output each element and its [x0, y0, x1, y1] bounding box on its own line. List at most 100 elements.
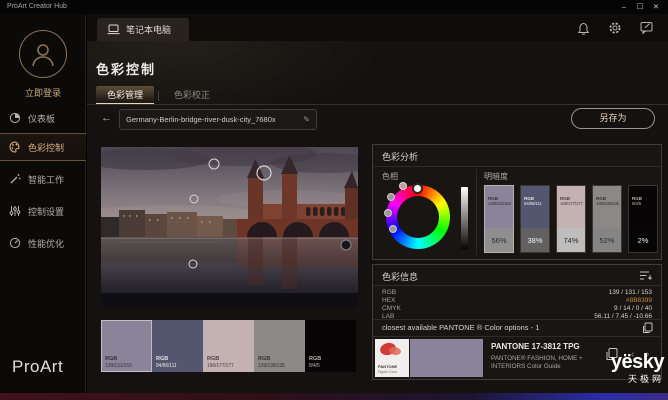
- tab-divider: [158, 91, 159, 101]
- sidebar-item-dashboard[interactable]: 仪表板: [0, 104, 86, 132]
- info-value: #8B8399: [626, 297, 652, 304]
- window-titlebar: ProArt Creator Hub – ☐ ✕: [0, 0, 668, 14]
- sidebar-item-performance[interactable]: 性能优化: [0, 229, 86, 257]
- filename-text: Germany-Berlin-bridge-river-dusk-city_76…: [126, 115, 276, 124]
- chip-color: RGB 139/136/135: [593, 186, 621, 228]
- sample-point-3[interactable]: [190, 195, 198, 203]
- sidebar-item-control-settings[interactable]: 控制设置: [0, 197, 86, 225]
- hue-label: 色相: [382, 171, 398, 182]
- palette-row: RGB 139/131/153 RGB 84/86/111 RGB 196/17…: [101, 320, 356, 372]
- palette-swatch-2[interactable]: RGB 84/86/111: [152, 320, 203, 372]
- chip-percent: 52%: [593, 228, 621, 252]
- sliders-icon: [9, 205, 21, 217]
- tab-laptop-label: 笔记本电脑: [126, 23, 171, 36]
- brightness-chip-2[interactable]: RGB 84/86/111 38%: [520, 185, 550, 253]
- pantone-heading: closest available PANTONE ® Color option…: [382, 323, 539, 332]
- avatar[interactable]: [19, 30, 67, 78]
- hue-marker-selected[interactable]: [412, 183, 423, 194]
- chip-percent: 2%: [629, 228, 657, 252]
- palette-swatch-4[interactable]: RGB 139/136/135: [254, 320, 305, 372]
- info-value: 9 / 14 / 0 / 40: [614, 305, 652, 312]
- analysis-title: 色彩分析: [382, 150, 418, 163]
- sidebar-item-color-control[interactable]: 色彩控制: [0, 133, 86, 161]
- hue-marker-4[interactable]: [384, 209, 392, 217]
- tab-color-correction[interactable]: 色彩校正: [163, 86, 221, 105]
- divider: [373, 336, 661, 337]
- back-button[interactable]: ←: [101, 112, 112, 124]
- divider: [373, 319, 661, 320]
- watermark-site: 天极网: [611, 372, 664, 385]
- chip-percent: 74%: [557, 228, 585, 252]
- sidebar-item-label: 色彩控制: [28, 141, 64, 154]
- sample-point-2[interactable]: [257, 166, 271, 180]
- swatch-rgb-value: 139/131/153: [105, 363, 132, 369]
- swatch-rgb-label: RGB: [156, 356, 168, 362]
- pantone-description-line2: INTERIORS Color Guide: [491, 363, 561, 370]
- save-as-button[interactable]: 另存为: [571, 108, 655, 129]
- chip-color: RGB 84/86/111: [521, 186, 549, 228]
- close-button[interactable]: ✕: [648, 0, 664, 14]
- brightness-chip-3[interactable]: RGB 196/177/177 74%: [556, 185, 586, 253]
- divider: [373, 285, 661, 286]
- login-link[interactable]: 立即登录: [0, 86, 86, 99]
- swatch-rgb-label: RGB: [207, 356, 219, 362]
- sidebar-item-label: 仪表板: [28, 112, 55, 125]
- chip-rgb-value: 196/177/177: [560, 201, 583, 206]
- feedback-icon[interactable]: [640, 21, 654, 34]
- pantone-description-line1: PANTONE® FASHION, HOME +: [491, 355, 583, 362]
- hue-marker-2[interactable]: [399, 182, 407, 190]
- tabs-underline: [87, 104, 668, 105]
- sidebar-item-label: 性能优化: [28, 237, 64, 250]
- pantone-logo-card: PANTONE Digital Color: [375, 339, 409, 377]
- brightness-chip-5[interactable]: RGB 8/4/5 2%: [628, 185, 658, 253]
- divider: [476, 169, 477, 255]
- pantone-logo-sub: Digital Color: [378, 370, 397, 374]
- hue-marker-5[interactable]: [389, 225, 397, 233]
- luminance-slider[interactable]: [461, 187, 468, 249]
- pantone-name: PANTONE 17-3812 TPG: [491, 342, 580, 351]
- color-values-list: RGB 139 / 131 / 153 HEX #8B8399 CMYK 9 /…: [382, 289, 652, 320]
- sort-list-icon[interactable]: [639, 270, 653, 281]
- maximize-button[interactable]: ☐: [632, 0, 648, 14]
- palette-swatch-5[interactable]: RGB 8/4/5: [305, 320, 356, 372]
- minimize-button[interactable]: –: [616, 0, 632, 14]
- sample-point-5[interactable]: [341, 240, 351, 250]
- chip-rgb-value: 139/131/153: [488, 201, 511, 206]
- main-area: 笔记本电脑 色彩控制 色彩管理: [87, 14, 668, 393]
- pantone-color-swatch[interactable]: [410, 339, 483, 377]
- sidebar-item-smart-work[interactable]: 智能工作: [0, 165, 86, 193]
- swatch-rgb-label: RGB: [258, 356, 270, 362]
- sidebar: 立即登录 仪表板 色彩控制 智能工作: [0, 14, 86, 393]
- brightness-label: 明暗度: [484, 171, 508, 182]
- watermark-brand: yësky: [611, 352, 664, 372]
- sample-point-4[interactable]: [189, 260, 197, 268]
- device-tab-bar: 笔记本电脑: [87, 14, 668, 41]
- tab-laptop[interactable]: 笔记本电脑: [97, 18, 189, 41]
- hue-wheel[interactable]: [386, 185, 450, 249]
- settings-gear-icon[interactable]: [608, 21, 622, 35]
- tab-color-management[interactable]: 色彩管理: [96, 86, 154, 105]
- sample-point-overlay: [101, 147, 358, 307]
- palette-swatch-1[interactable]: RGB 139/131/153: [101, 320, 152, 372]
- content-area: 色彩控制 色彩管理 色彩校正 ← Germany-Berlin-bridge-r…: [87, 41, 668, 393]
- palette-swatch-3[interactable]: RGB 196/177/177: [203, 320, 254, 372]
- magic-wand-icon: [9, 173, 21, 185]
- chip-color: RGB 8/4/5: [629, 186, 657, 228]
- info-row-hex: HEX #8B8399: [382, 297, 652, 304]
- filename-input[interactable]: Germany-Berlin-bridge-river-dusk-city_76…: [119, 109, 317, 130]
- info-label: HEX: [382, 297, 395, 304]
- bridge-photo[interactable]: [101, 147, 358, 307]
- chip-color: RGB 196/177/177: [557, 186, 585, 228]
- brightness-chip-4[interactable]: RGB 139/136/135 52%: [592, 185, 622, 253]
- edit-pencil-icon[interactable]: ✎: [303, 115, 310, 124]
- sample-point-1[interactable]: [209, 159, 219, 169]
- copy-icon[interactable]: [642, 322, 653, 334]
- hue-marker-3[interactable]: [387, 193, 395, 201]
- chip-percent: 56%: [485, 228, 513, 252]
- swatch-rgb-value: 196/177/177: [207, 363, 234, 369]
- desktop-edge-strip: [0, 393, 668, 400]
- brightness-chip-1[interactable]: RGB 139/131/153 56%: [484, 185, 514, 253]
- sidebar-item-label: 智能工作: [28, 173, 64, 186]
- notifications-bell-icon[interactable]: [577, 21, 590, 35]
- user-icon: [28, 39, 58, 69]
